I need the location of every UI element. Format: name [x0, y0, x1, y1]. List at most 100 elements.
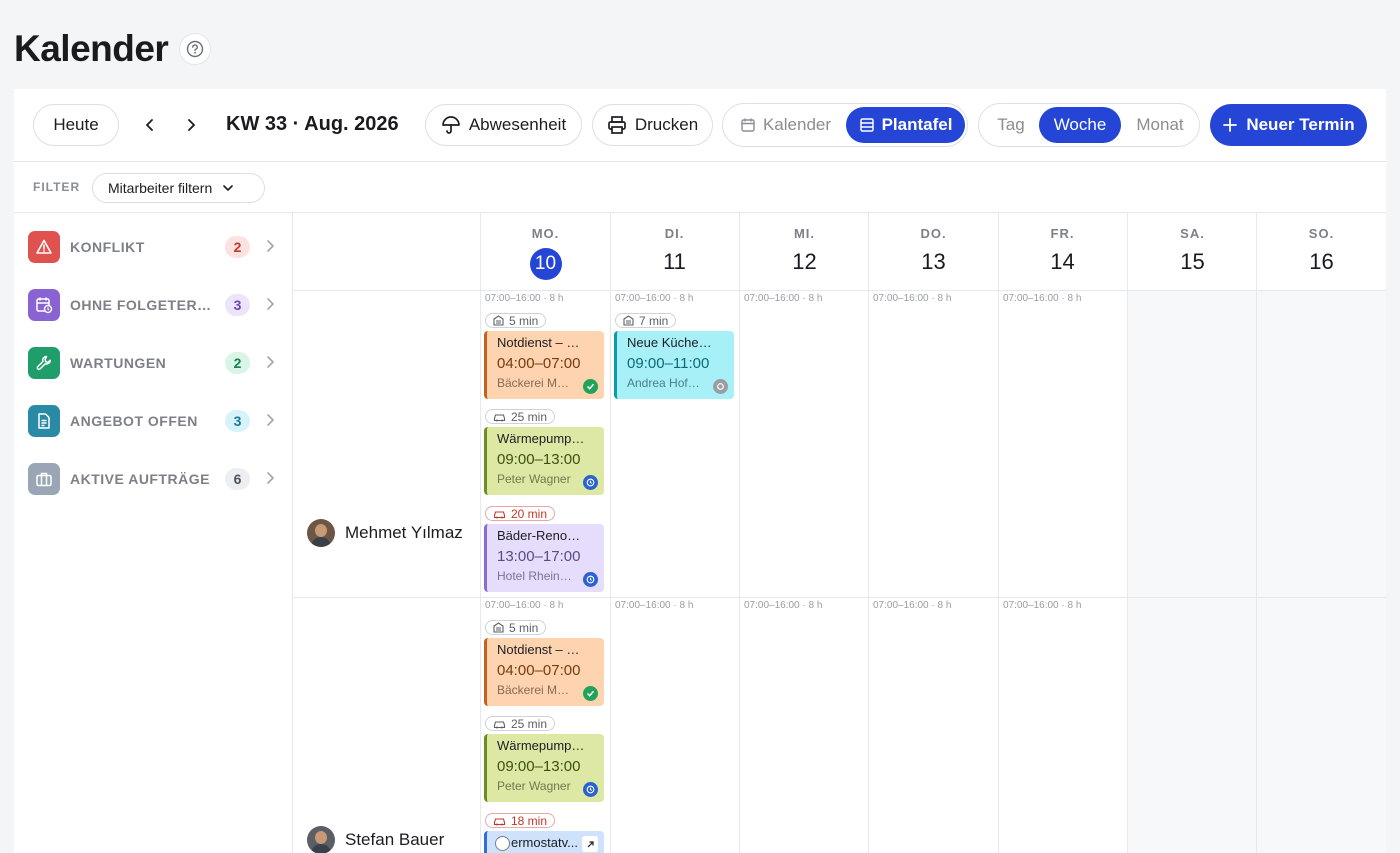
sidebar-item-label: AKTIVE AUFTRÄGE: [70, 471, 210, 487]
appointment-card[interactable]: ermostatv...: [484, 831, 604, 853]
count-badge: 6: [225, 468, 250, 490]
range-day-tab[interactable]: Tag: [983, 107, 1039, 143]
view-board-tab[interactable]: Plantafel: [846, 107, 965, 143]
appointment-card[interactable]: Wärmepumpe Wartung 09:00–13:00 Peter Wag…: [484, 734, 604, 802]
question-icon: [186, 40, 204, 58]
new-appointment-button[interactable]: Neuer Termin: [1210, 104, 1367, 146]
chevron-down-icon: [223, 185, 234, 191]
chevron-right-icon: [267, 472, 274, 484]
day-header-tue[interactable]: DI. 11: [610, 213, 739, 290]
day-header-fri[interactable]: FR. 14: [998, 213, 1127, 290]
planning-board: MO. 10 DI. 11 MI. 12 DO. 13 FR. 14 SA. 1…: [293, 213, 1386, 853]
day-header-wed[interactable]: MI. 12: [740, 213, 869, 290]
absence-button[interactable]: Abwesenheit: [425, 104, 582, 146]
previous-week-button[interactable]: [138, 113, 162, 137]
sidebar-item-wartungen[interactable]: WARTUNGEN 2: [14, 334, 293, 392]
check-icon: [583, 379, 598, 394]
garage-icon: [493, 315, 504, 326]
page-title: Kalender: [14, 28, 169, 69]
calendar-clock-icon: [28, 289, 60, 321]
today-marker: 10: [529, 248, 562, 280]
travel-time-badge: 25 min: [485, 409, 556, 424]
working-hours: 07:00–16:00 · 8 h: [744, 600, 823, 611]
printer-icon: [607, 116, 626, 134]
travel-time-badge: 18 min: [485, 813, 556, 828]
appointment-card[interactable]: Notdienst – Heizungsausfall 04:00–07:00 …: [484, 638, 604, 706]
chevron-right-icon: [267, 356, 274, 368]
chevron-left-icon: [146, 119, 153, 131]
select-checkbox[interactable]: [495, 836, 510, 851]
employee-row-label[interactable]: Mehmet Yılmaz: [307, 518, 463, 548]
help-button[interactable]: [179, 33, 211, 65]
alert-triangle-icon: [28, 231, 60, 263]
check-icon: [583, 686, 598, 701]
document-icon: [28, 405, 60, 437]
garage-icon: [493, 622, 504, 633]
weekend-background: [1128, 291, 1386, 853]
car-icon: [493, 817, 506, 825]
working-hours: 07:00–16:00 · 8 h: [1003, 293, 1082, 304]
category-sidebar: KONFLIKT 2 OHNE FOLGETERMIN 3 WARTUNGEN …: [14, 213, 293, 853]
travel-time-badge: 7 min: [615, 313, 677, 328]
chevron-right-icon: [267, 298, 274, 310]
travel-time-badge: 20 min: [485, 506, 556, 521]
appointment-card[interactable]: Notdienst – Heizungsausfall 04:00–07:00 …: [484, 331, 604, 399]
car-icon: [493, 413, 506, 421]
range-week-tab[interactable]: Woche: [1039, 107, 1121, 143]
appointment-card[interactable]: Wärmepumpe Wartung 09:00–13:00 Peter Wag…: [484, 427, 604, 495]
count-badge: 2: [225, 236, 250, 258]
sidebar-item-angebot-offen[interactable]: ANGEBOT OFFEN 3: [14, 392, 293, 450]
clock-icon: [583, 475, 598, 490]
avatar: [307, 826, 335, 853]
employee-filter-select[interactable]: Mitarbeiter filtern: [92, 173, 265, 203]
clock-icon: [583, 782, 598, 797]
umbrella-icon: [441, 116, 460, 134]
next-week-button[interactable]: [179, 113, 203, 137]
calendar-panel: Heute KW 33 · Aug. 2026 Abwesenheit Druc…: [14, 89, 1386, 853]
working-hours: 07:00–16:00 · 8 h: [744, 293, 823, 304]
view-switch: Kalender Plantafel: [722, 103, 968, 147]
wrench-icon: [28, 347, 60, 379]
today-button[interactable]: Heute: [33, 104, 119, 146]
employee-row-label[interactable]: Stefan Bauer: [307, 825, 444, 853]
appointment-card[interactable]: Neue Küche Montage 09:00–11:00 Andrea Ho…: [614, 331, 734, 399]
range-month-tab[interactable]: Monat: [1124, 107, 1196, 143]
day-header-sat[interactable]: SA. 15: [1128, 213, 1257, 290]
clock-icon: [583, 572, 598, 587]
calendar-icon: [741, 118, 755, 132]
plus-icon: [1223, 118, 1238, 132]
sidebar-item-label: ANGEBOT OFFEN: [70, 413, 198, 429]
sidebar-item-label: KONFLIKT: [70, 239, 145, 255]
filter-bar: FILTER Mitarbeiter filtern: [14, 162, 1386, 213]
sidebar-item-label: WARTUNGEN: [70, 355, 167, 371]
working-hours: 07:00–16:00 · 8 h: [1003, 600, 1082, 611]
working-hours: 07:00–16:00 · 8 h: [615, 293, 694, 304]
car-icon: [493, 510, 506, 518]
week-label: KW 33 · Aug. 2026: [226, 113, 399, 135]
open-external-icon[interactable]: [582, 836, 598, 852]
pending-icon: [713, 379, 728, 394]
view-calendar-tab[interactable]: Kalender: [728, 107, 843, 143]
print-button[interactable]: Drucken: [592, 104, 713, 146]
travel-time-badge: 5 min: [485, 620, 547, 635]
day-header-sun[interactable]: SO. 16: [1257, 213, 1386, 290]
working-hours: 07:00–16:00 · 8 h: [873, 293, 952, 304]
garage-icon: [623, 315, 634, 326]
working-hours: 07:00–16:00 · 8 h: [485, 600, 564, 611]
travel-time-badge: 5 min: [485, 313, 547, 328]
avatar: [307, 519, 335, 547]
board-icon: [859, 118, 874, 132]
sidebar-item-ohne-folgetermin[interactable]: OHNE FOLGETERMIN 3: [14, 276, 293, 334]
travel-time-badge: 25 min: [485, 716, 556, 731]
appointment-card[interactable]: Bäder-Renovierung 13:00–17:00 Hotel Rhei…: [484, 524, 604, 592]
day-header-thu[interactable]: DO. 13: [869, 213, 998, 290]
chevron-right-icon: [188, 119, 195, 131]
working-hours: 07:00–16:00 · 8 h: [615, 600, 694, 611]
toolbar: Heute KW 33 · Aug. 2026 Abwesenheit Druc…: [14, 89, 1386, 162]
chevron-right-icon: [267, 414, 274, 426]
sidebar-item-aktive-auftraege[interactable]: AKTIVE AUFTRÄGE 6: [14, 450, 293, 508]
working-hours: 07:00–16:00 · 8 h: [873, 600, 952, 611]
sidebar-item-konflikt[interactable]: KONFLIKT 2: [14, 218, 293, 276]
chevron-right-icon: [267, 240, 274, 252]
day-header-mon[interactable]: MO. 10: [481, 213, 610, 290]
